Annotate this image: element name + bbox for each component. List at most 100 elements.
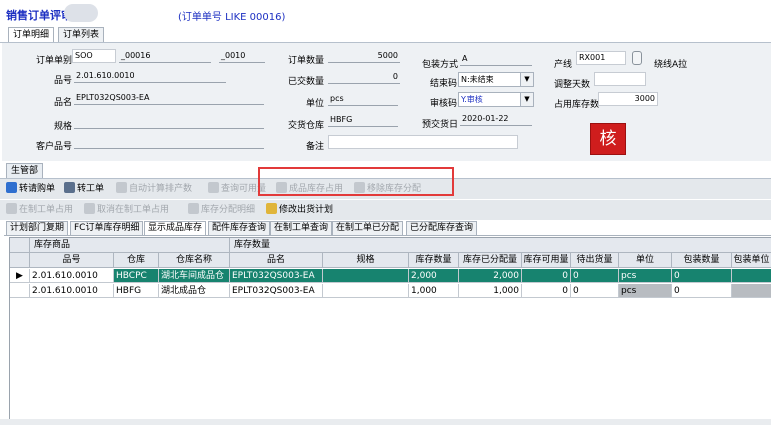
group-header-stock-item: 库存商品 [30, 238, 230, 252]
remark-field[interactable] [328, 135, 518, 149]
edit-icon [266, 203, 277, 214]
edit-shipping-plan-button[interactable]: 修改出货计划 [266, 203, 333, 217]
unit-label: 单位 [306, 99, 325, 109]
expected-date-label: 预交货日 [422, 120, 459, 130]
unit-field[interactable]: pcs [328, 93, 398, 106]
workorder-icon [64, 182, 75, 193]
cell-unit[interactable]: pcs [619, 269, 672, 283]
tab-production-dept[interactable]: 生管部 [6, 163, 44, 178]
order-no-label: 订单单别 [36, 56, 73, 66]
horizontal-scrollbar[interactable] [0, 419, 771, 425]
spec-field[interactable] [74, 116, 264, 129]
cell-part-name[interactable]: EPLT032QS003-EA [230, 269, 323, 283]
col-stock-qty[interactable]: 库存数量 [409, 253, 459, 267]
cell-part-no[interactable]: 2.01.610.0010 [30, 269, 114, 283]
order-qty-field[interactable]: 5000 [328, 50, 400, 63]
part-name-field[interactable]: EPLT032QS003-EA [74, 92, 264, 105]
customer-part-field[interactable] [74, 136, 264, 149]
pack-label: 包装方式 [422, 60, 459, 70]
cell-stock-qty[interactable]: 1,000 [409, 284, 459, 298]
col-pack-qty[interactable]: 包装数量 [672, 253, 732, 267]
to-workorder-button[interactable]: 转工单 [64, 182, 104, 196]
col-part-no[interactable]: 品号 [30, 253, 114, 267]
col-pending-ship[interactable]: 待出货量 [571, 253, 619, 267]
cell-allocated-qty[interactable]: 2,000 [459, 269, 522, 283]
line-field[interactable]: RX001 [576, 51, 626, 65]
window-title: 销售订单评审 [6, 9, 72, 22]
order-seq-field[interactable]: _0010 [219, 50, 265, 63]
table-row[interactable]: 2.01.610.0010 HBFG 湖北成品仓 EPLT032QS003-EA… [10, 284, 771, 298]
hand-icon[interactable] [632, 51, 642, 65]
tab-order-list[interactable]: 订单列表 [58, 27, 105, 42]
warehouse-field[interactable]: HBFG [328, 114, 398, 127]
tab-wip-allocated[interactable]: 在制工单已分配 [332, 221, 404, 235]
col-warehouse-name[interactable]: 仓库名称 [159, 253, 230, 267]
adjust-days-label: 调整天数 [554, 80, 591, 90]
expected-date-field[interactable]: 2020-01-22 [460, 113, 532, 126]
col-warehouse[interactable]: 仓库 [114, 253, 159, 267]
cell-unit[interactable]: pcs [619, 284, 672, 298]
cell-warehouse[interactable]: HBFG [114, 284, 159, 298]
cell-stock-qty[interactable]: 2,000 [409, 269, 459, 283]
cell-warehouse-name[interactable]: 湖北车间成品仓 [159, 269, 230, 283]
cell-pack-qty[interactable]: 0 [672, 284, 732, 298]
auto-calc-button[interactable]: 自动计算排产数 [116, 182, 192, 196]
warehouse-label: 交货仓库 [288, 121, 325, 131]
cancel-wip-button[interactable]: 取消在制工单占用 [84, 203, 169, 217]
chevron-down-icon[interactable]: ▼ [520, 93, 533, 106]
col-allocated-qty[interactable]: 库存已分配量 [459, 253, 522, 267]
cell-available-qty[interactable]: 0 [522, 269, 571, 283]
cell-spec[interactable] [323, 269, 409, 283]
request-purchase-button[interactable]: 转请购单 [6, 182, 55, 196]
cell-pack-unit[interactable] [732, 269, 771, 283]
tab-order-detail[interactable]: 订单明细 [8, 27, 55, 42]
stock-used-field[interactable]: 3000 [598, 92, 658, 106]
cell-available-qty[interactable]: 0 [522, 284, 571, 298]
adjust-days-field[interactable] [594, 72, 646, 86]
pack-field[interactable]: A [460, 53, 532, 66]
cell-part-no[interactable]: 2.01.610.0010 [30, 284, 114, 298]
cell-allocated-qty[interactable]: 1,000 [459, 284, 522, 298]
calc-icon [116, 182, 127, 193]
tab-plan-reschedule[interactable]: 计划部门复期 [6, 221, 69, 235]
window-subtitle: (订单单号 LIKE 00016) [178, 12, 286, 23]
tab-fc-stock[interactable]: FC订单库存明细 [70, 221, 144, 235]
tab-allocated-stock[interactable]: 已分配库存查询 [406, 221, 478, 235]
col-unit[interactable]: 单位 [619, 253, 672, 267]
delivered-qty-field[interactable]: 0 [328, 71, 400, 84]
col-pack-unit[interactable]: 包装单位 [732, 253, 771, 267]
part-name-label: 品名 [54, 98, 73, 108]
tab-parts-stock[interactable]: 配件库存查询 [208, 221, 271, 235]
cell-pending-ship[interactable]: 0 [571, 284, 619, 298]
tab-wip-query[interactable]: 在制工单查询 [270, 221, 333, 235]
part-no-field[interactable]: 2.01.610.0010 [74, 70, 226, 83]
col-part-name[interactable]: 品名 [230, 253, 323, 267]
cell-part-name[interactable]: EPLT032QS003-EA [230, 284, 323, 298]
col-available-qty[interactable]: 库存可用量 [522, 253, 571, 267]
tab-finished-stock[interactable]: 显示成品库存 [144, 221, 207, 235]
chevron-down-icon[interactable]: ▼ [520, 73, 533, 86]
col-spec[interactable]: 规格 [323, 253, 409, 267]
cell-spec[interactable] [323, 284, 409, 298]
allocation-detail-button[interactable]: 库存分配明细 [188, 203, 255, 217]
cell-pack-qty[interactable]: 0 [672, 269, 732, 283]
order-no-field[interactable]: _00016 [119, 50, 211, 63]
approve-button[interactable]: 核 [590, 123, 626, 155]
cell-pending-ship[interactable]: 0 [571, 269, 619, 283]
audit-code-dropdown[interactable]: Y.审核 ▼ [458, 92, 534, 107]
customer-part-label: 客户品号 [36, 142, 73, 152]
toolbar-secondary: 在制工单占用 取消在制工单占用 库存分配明细 修改出货计划 [0, 200, 771, 220]
stock-used-label: 占用库存数 [554, 100, 600, 110]
main-tabs: 订单明细 订单列表 [0, 27, 771, 43]
blurred-area [64, 4, 98, 22]
cell-pack-unit[interactable] [732, 284, 771, 298]
close-code-label: 结束码 [430, 79, 458, 89]
close-code-dropdown[interactable]: N:未结束 ▼ [458, 72, 534, 87]
wip-icon [6, 203, 17, 214]
order-type-field[interactable]: SOO [72, 49, 116, 63]
table-row[interactable]: ▶ 2.01.610.0010 HBCPC 湖北车间成品仓 EPLT032QS0… [10, 269, 771, 283]
cell-warehouse[interactable]: HBCPC [114, 269, 159, 283]
cell-warehouse-name[interactable]: 湖北成品仓 [159, 284, 230, 298]
wip-occupy-button[interactable]: 在制工单占用 [6, 203, 73, 217]
grid-group-header: 库存商品 库存数量 [10, 238, 771, 253]
